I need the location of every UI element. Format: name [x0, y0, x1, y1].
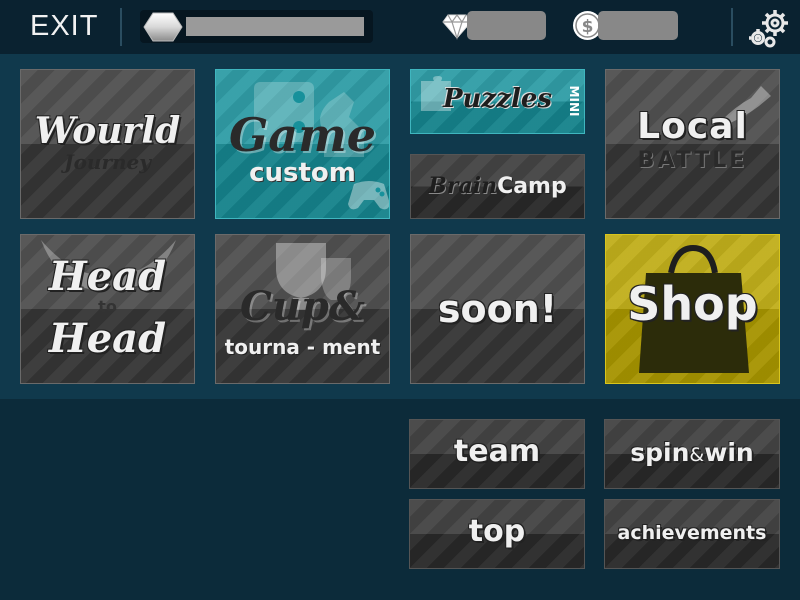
puzzles-mini-title: Puzzles [442, 84, 553, 114]
svg-text:$: $ [582, 17, 594, 37]
spin-and-win-label: spin&win [605, 438, 779, 467]
shop-title: Shop [627, 277, 758, 331]
gems-counter[interactable] [467, 11, 546, 40]
win-label: win [704, 438, 754, 467]
local-battle-title: Local [637, 106, 748, 147]
level-progress-bar [186, 17, 364, 36]
top-label: top [468, 514, 526, 549]
spin-label: spin [630, 438, 690, 467]
brain-camp-title-part2: Camp [497, 174, 567, 199]
head-to-head-tile[interactable]: Head to Head [20, 234, 195, 384]
brain-camp-tile[interactable]: BrainCamp [410, 154, 585, 219]
soon-tile[interactable]: soon! [410, 234, 585, 384]
spin-and-win-button[interactable]: spin&win [604, 419, 780, 489]
custom-game-title: Game [228, 108, 377, 162]
level-progress-fill [186, 17, 364, 36]
cup-tournament-subtitle: tourna - ment [224, 335, 381, 359]
level-progress [140, 10, 373, 43]
world-journey-tile[interactable]: Wourld Journey [20, 69, 195, 219]
puzzles-mini-tile[interactable]: Puzzles MINI [410, 69, 585, 134]
custom-game-tile[interactable]: Game custom [215, 69, 390, 219]
ampersand-label: & [689, 444, 705, 466]
brain-camp-title: BrainCamp [411, 173, 584, 199]
local-battle-tile[interactable]: Local BATTLE [605, 69, 780, 219]
divider [120, 8, 122, 46]
gamepad-icon [348, 181, 389, 210]
level-hexagon-icon [143, 12, 183, 42]
head-to-head-line2: to [98, 297, 117, 316]
head-to-head-line1: Head [48, 253, 167, 300]
brain-camp-title-part1: Brain [428, 173, 498, 199]
shop-tile[interactable]: Shop [605, 234, 780, 384]
team-label: team [453, 434, 541, 469]
top-bar: EXIT $ [0, 0, 800, 54]
divider [731, 8, 733, 46]
achievements-label: achievements [617, 522, 767, 544]
top-button[interactable]: top [409, 499, 585, 569]
achievements-button[interactable]: achievements [604, 499, 780, 569]
world-journey-title: Wourld [34, 110, 181, 152]
local-battle-subtitle: BATTLE [637, 148, 748, 173]
cup-tournament-tile[interactable]: Cup& tourna - ment [215, 234, 390, 384]
world-journey-subtitle: Journey [64, 150, 151, 174]
exit-button[interactable]: EXIT [30, 10, 98, 43]
puzzles-mini-badge: MINI [567, 85, 581, 117]
soon-title: soon! [437, 287, 558, 331]
team-button[interactable]: team [409, 419, 585, 489]
cup-tournament-title: Cup& [240, 283, 365, 330]
head-to-head-line3: Head [48, 315, 167, 362]
coins-counter[interactable] [598, 11, 678, 40]
settings-gear-icon[interactable] [748, 6, 792, 48]
